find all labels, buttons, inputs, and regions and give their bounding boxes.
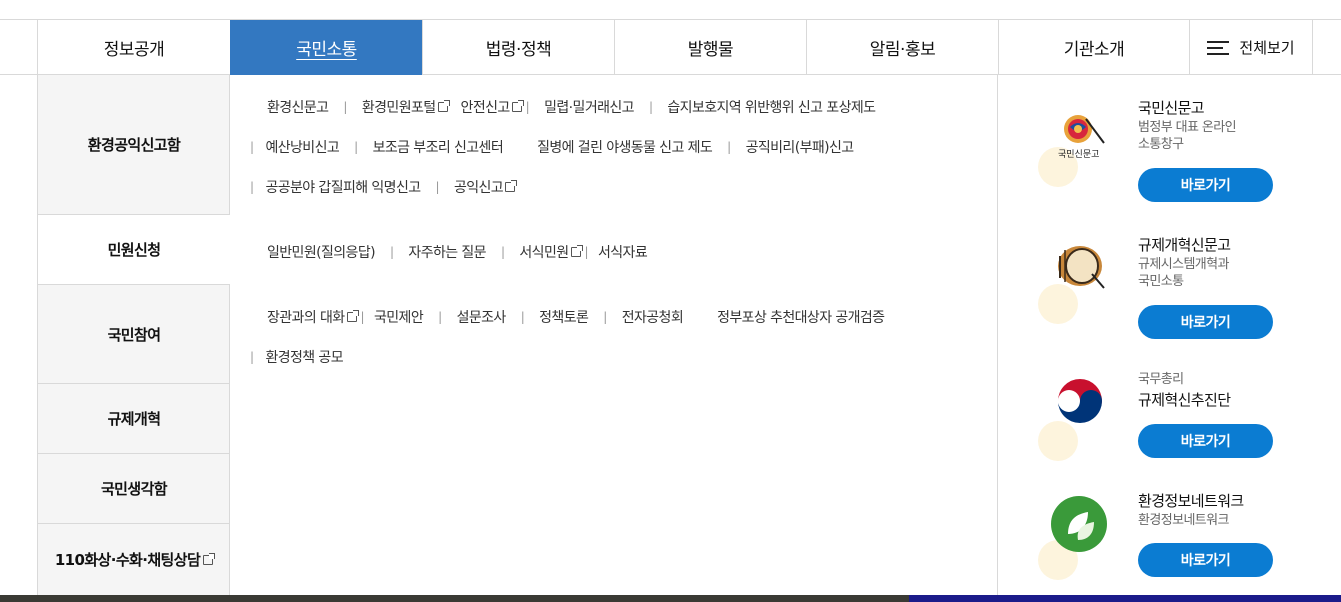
menu-icon <box>1207 40 1230 55</box>
epeople-drum-icon: 국민신문고 <box>1058 115 1105 159</box>
promo-desc-line: 국민소통 <box>1138 274 1184 289</box>
link-safety-report[interactable]: 안전신고 <box>461 97 524 117</box>
sidebar-item-participation[interactable]: 국민참여 <box>38 285 230 384</box>
link-row-6: | 환경정책 공모 <box>250 347 344 367</box>
link-row-3: | 공공분야 갑질피해 익명신고 | 공익신고 <box>250 177 518 197</box>
external-link-icon <box>505 180 518 192</box>
go-button-env-info-network[interactable]: 바로가기 <box>1138 543 1273 577</box>
sidebar-item-report-center[interactable]: 환경공익신고함 <box>38 75 230 215</box>
link-form-petition[interactable]: 서식민원 <box>519 242 583 262</box>
go-button-regulation-innovation[interactable]: 바로가기 <box>1138 424 1273 458</box>
link-budget-waste[interactable]: 예산낭비신고 <box>265 137 339 157</box>
link-award-verification[interactable]: 정부포상 추천대상자 공개검증 <box>717 307 885 327</box>
promo-desc-line: 소통창구 <box>1138 137 1184 152</box>
promo-desc-line: 규제시스템개혁과 <box>1138 257 1229 272</box>
link-env-petition-portal[interactable]: 환경민원포털 <box>362 97 450 117</box>
link-general-petition[interactable]: 일반민원(질의응답) <box>267 242 376 262</box>
drum-icon <box>1058 246 1105 289</box>
link-survey[interactable]: 설문조사 <box>457 307 507 327</box>
nav-publications[interactable]: 발행물 <box>614 20 806 75</box>
link-env-policy-contest[interactable]: 환경정책 공모 <box>265 347 343 367</box>
promo-title: 환경정보네트워크 <box>1138 492 1244 510</box>
sidebar-item-petition[interactable]: 민원신청 <box>38 215 230 285</box>
sidebar-item-110-consult[interactable]: 110화상·수화·채팅상담 <box>38 524 230 595</box>
svg-text:국민신문고: 국민신문고 <box>1058 149 1099 159</box>
promo-subtitle: 국무총리 <box>1138 372 1184 387</box>
sidebar-item-regulation-reform[interactable]: 규제개혁 <box>38 384 230 454</box>
promo-title: 규제개혁신문고 <box>1138 236 1231 254</box>
promo-desc-line: 범정부 대표 온라인 <box>1138 120 1237 135</box>
link-poaching-report[interactable]: 밀렵·밀거래신고 <box>544 97 634 117</box>
link-faq[interactable]: 자주하는 질문 <box>408 242 486 262</box>
sidebar-item-110-label: 110화상·수화·채팅상담 <box>54 551 201 569</box>
submenu-content: 환경신문고 | 환경민원포털 안전신고 | 밀렵·밀거래신고 | 습지보호지역 … <box>230 75 997 595</box>
link-subsidy-center[interactable]: 보조금 부조리 신고센터 <box>373 137 504 157</box>
external-link-icon <box>346 310 359 322</box>
link-public-interest-report[interactable]: 공익신고 <box>454 177 518 197</box>
promo-title: 규제혁신추진단 <box>1138 391 1231 409</box>
external-link-icon <box>203 552 216 565</box>
link-row-4: 일반민원(질의응답) | 자주하는 질문 | 서식민원 | 서식자료 <box>267 242 648 262</box>
link-corruption-report[interactable]: 공직비리(부패)신고 <box>746 137 855 157</box>
sidebar-item-idea-box[interactable]: 국민생각함 <box>38 454 230 524</box>
page-background-strip <box>0 595 1341 602</box>
leaf-icon <box>1051 496 1107 552</box>
link-sick-wildlife[interactable]: 질병에 걸린 야생동물 신고 제도 <box>537 137 713 157</box>
top-navigation: 정보공개 국민소통 법령·정책 발행물 알림·홍보 기관소개 전체보기 <box>0 19 1341 75</box>
promo-regulation-reform: 규제개혁신문고 규제시스템개혁과 국민소통 바로가기 <box>1030 234 1290 344</box>
go-button-regulation-reform[interactable]: 바로가기 <box>1138 305 1273 339</box>
promo-title: 국민신문고 <box>1138 99 1205 117</box>
column-divider <box>997 75 998 595</box>
link-public-proposal[interactable]: 국민제안 <box>374 307 424 327</box>
taegeuk-icon <box>1056 377 1104 425</box>
nav-public-communication[interactable]: 국민소통 <box>230 20 422 75</box>
nav-about[interactable]: 기관소개 <box>998 20 1189 75</box>
link-row-5: 장관과의 대화 | 국민제안 | 설문조사 | 정책토론 | 전자공청회 정부포… <box>267 307 885 327</box>
nav-law-policy[interactable]: 법령·정책 <box>422 20 614 75</box>
nav-info-disclosure[interactable]: 정보공개 <box>37 20 230 75</box>
link-e-hearing[interactable]: 전자공청회 <box>622 307 684 327</box>
link-row-1: 환경신문고 | 환경민원포털 안전신고 | 밀렵·밀거래신고 | 습지보호지역 … <box>267 97 876 117</box>
link-policy-debate[interactable]: 정책토론 <box>539 307 589 327</box>
promo-regulation-innovation: 국무총리 규제혁신추진단 바로가기 <box>1030 371 1290 481</box>
link-row-2: | 예산낭비신고 | 보조금 부조리 신고센터 질병에 걸린 야생동물 신고 제… <box>250 137 854 157</box>
nav-news-pr[interactable]: 알림·홍보 <box>806 20 998 75</box>
link-anonymous-report[interactable]: 공공분야 갑질피해 익명신고 <box>265 177 421 197</box>
link-wetland-reward[interactable]: 습지보호지역 위반행위 신고 포상제도 <box>667 97 876 117</box>
link-minister-dialogue[interactable]: 장관과의 대화 <box>267 307 359 327</box>
external-link-icon <box>437 100 450 112</box>
link-form-materials[interactable]: 서식자료 <box>598 242 648 262</box>
external-link-icon <box>570 245 583 257</box>
promo-epeople: 국민신문고 국민신문고 범정부 대표 온라인 소통창구 바로가기 <box>1030 97 1290 207</box>
view-all-label: 전체보기 <box>1239 39 1295 57</box>
link-environment-report[interactable]: 환경신문고 <box>267 97 329 117</box>
promo-env-info-network: 환경정보네트워크 환경정보네트워크 바로가기 <box>1030 490 1290 600</box>
view-all-button[interactable]: 전체보기 <box>1189 20 1313 75</box>
submenu-sidebar: 환경공익신고함 민원신청 국민참여 규제개혁 국민생각함 110화상·수화·채팅… <box>37 75 230 595</box>
promo-desc-line: 환경정보네트워크 <box>1138 513 1229 528</box>
go-button-epeople[interactable]: 바로가기 <box>1138 168 1273 202</box>
external-link-icon <box>511 100 524 112</box>
